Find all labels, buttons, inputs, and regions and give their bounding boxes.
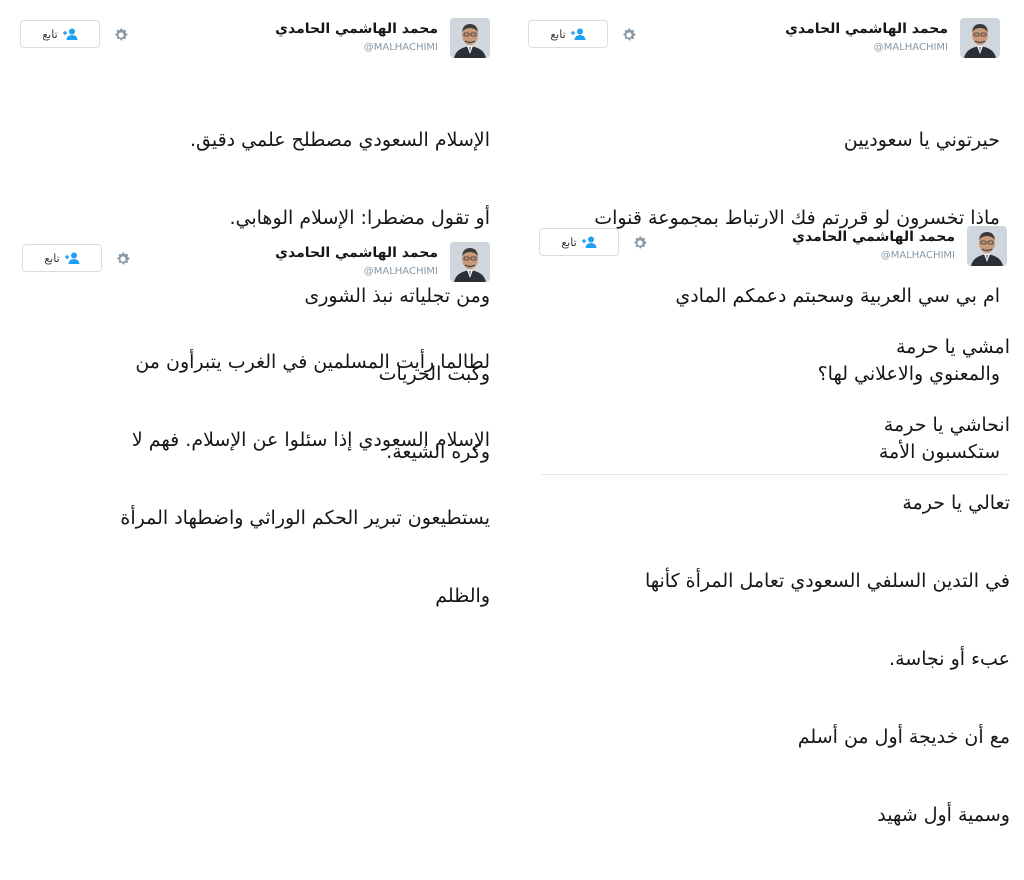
tweet-line: يستطيعون تبرير الحكم الوراثي واضطهاد الم… xyxy=(120,507,490,529)
person-add-icon xyxy=(64,252,80,264)
gear-icon[interactable] xyxy=(631,234,649,252)
follow-button[interactable]: تابع xyxy=(528,20,608,48)
profile-photo-icon xyxy=(450,18,490,58)
tweet-line: انحاشي يا حرمة xyxy=(883,414,1010,436)
tweet-line: الإسلام السعودي مصطلح علمي دقيق. xyxy=(189,129,490,151)
author-handle[interactable]: @MALHACHIMI xyxy=(364,42,438,53)
person-add-icon xyxy=(570,28,586,40)
tweet-line: حيرتوني يا سعوديين xyxy=(843,129,1000,151)
divider xyxy=(541,474,1007,475)
tweet-line: والظلم xyxy=(435,585,490,607)
follow-label: تابع xyxy=(550,27,566,41)
author-handle[interactable]: @MALHACHIMI xyxy=(874,42,948,53)
author-name[interactable]: محمد الهاشمي الحامدي xyxy=(792,229,955,245)
avatar[interactable] xyxy=(960,18,1000,58)
tweet-line: وسمية أول شهيد xyxy=(877,804,1010,826)
follow-label: تابع xyxy=(42,27,58,41)
follow-label: تابع xyxy=(44,251,60,265)
tweet-text: لطالما رأيت المسلمين في الغرب يتبرأون من… xyxy=(120,297,490,661)
person-add-icon xyxy=(581,236,597,248)
follow-button[interactable]: تابع xyxy=(20,20,100,48)
gear-icon[interactable] xyxy=(620,26,638,44)
author-handle[interactable]: @MALHACHIMI xyxy=(364,266,438,277)
gear-icon[interactable] xyxy=(114,250,132,268)
avatar[interactable] xyxy=(450,18,490,58)
profile-photo-icon xyxy=(450,242,490,282)
avatar[interactable] xyxy=(450,242,490,282)
author-handle[interactable]: @MALHACHIMI xyxy=(881,250,955,261)
author-name[interactable]: محمد الهاشمي الحامدي xyxy=(785,21,948,37)
tweet-line: عبء أو نجاسة. xyxy=(889,648,1010,670)
author-name[interactable]: محمد الهاشمي الحامدي xyxy=(275,245,438,261)
tweet-line: امشي يا حرمة xyxy=(896,336,1010,358)
tweet-text: امشي يا حرمة انحاشي يا حرمة تعالي يا حرم… xyxy=(645,282,1010,880)
profile-photo-icon xyxy=(967,226,1007,266)
follow-button[interactable]: تابع xyxy=(539,228,619,256)
follow-button[interactable]: تابع xyxy=(22,244,102,272)
tweet-card: محمد الهاشمي الحامدي @MALHACHIMI تابع لط… xyxy=(22,242,490,607)
gear-icon[interactable] xyxy=(112,26,130,44)
tweet-line: في التدين السلفي السعودي تعامل المرأة كأ… xyxy=(644,570,1010,592)
tweet-line: الإسلام السعودي إذا سئلوا عن الإسلام. فه… xyxy=(131,429,490,451)
avatar[interactable] xyxy=(967,226,1007,266)
author-name[interactable]: محمد الهاشمي الحامدي xyxy=(275,21,438,37)
tweet-line: تعالي يا حرمة xyxy=(902,492,1010,514)
tweet-card: محمد الهاشمي الحامدي @MALHACHIMI تابع ام… xyxy=(539,226,1010,826)
tweet-card: محمد الهاشمي الحامدي @MALHACHIMI تابع ال… xyxy=(20,18,490,463)
tweet-line: أو تقول مضطرا: الإسلام الوهابي. xyxy=(229,207,490,229)
tweet-line: مع أن خديجة أول من أسلم xyxy=(797,726,1010,748)
profile-photo-icon xyxy=(960,18,1000,58)
tweet-card: محمد الهاشمي الحامدي @MALHACHIMI تابع حي… xyxy=(528,18,1000,463)
tweet-line: لطالما رأيت المسلمين في الغرب يتبرأون من xyxy=(135,351,490,373)
follow-label: تابع xyxy=(561,235,577,249)
person-add-icon xyxy=(62,28,78,40)
